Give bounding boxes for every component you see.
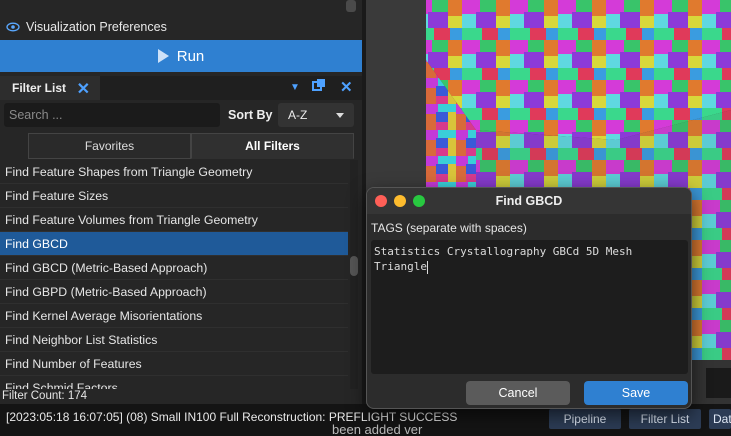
list-item[interactable]: Find GBCD (Metric-Based Approach)	[0, 256, 348, 280]
filter-tabs: Favorites All Filters	[28, 133, 354, 159]
data-dock-button[interactable]: Dat	[709, 409, 731, 429]
filter-count: Filter Count: 174	[0, 389, 362, 403]
list-item[interactable]: Find Number of Features	[0, 352, 348, 376]
background-text: been added ver	[332, 422, 423, 436]
play-icon	[157, 49, 169, 63]
list-item[interactable]: Find Feature Shapes from Triangle Geomet…	[0, 160, 348, 184]
list-item[interactable]: Find Feature Sizes	[0, 184, 348, 208]
sort-by-label: Sort By	[228, 108, 273, 122]
text-cursor	[426, 260, 428, 274]
minimize-window-icon[interactable]	[394, 195, 406, 207]
tab-all-filters[interactable]: All Filters	[191, 133, 354, 159]
list-item[interactable]: Find Neighbor List Statistics	[0, 328, 348, 352]
visualization-preferences-label: Visualization Preferences	[26, 20, 167, 34]
sort-select[interactable]: A-Z	[278, 103, 354, 127]
app-window: Visualization Preferences Run Filter Lis…	[0, 0, 731, 436]
dialog-title: Find GBCD	[495, 194, 563, 208]
tab-favorites[interactable]: Favorites	[28, 133, 191, 159]
dropdown-icon[interactable]: ▼	[290, 82, 300, 93]
filter-list: Find Feature Shapes from Triangle Geomet…	[0, 160, 348, 392]
visualization-preferences-row[interactable]: Visualization Preferences	[0, 14, 362, 40]
tags-textarea[interactable]: Statistics Crystallography GBCd 5D Mesh …	[371, 240, 688, 374]
search-input[interactable]	[4, 103, 220, 127]
list-item-selected[interactable]: Find GBCD	[0, 232, 348, 256]
maximize-window-icon[interactable]	[413, 195, 425, 207]
run-label: Run	[176, 47, 205, 65]
top-strip	[0, 0, 362, 14]
close-window-icon[interactable]	[375, 195, 387, 207]
filter-list-dock-button[interactable]: Filter List	[629, 409, 701, 429]
run-button[interactable]: Run	[0, 40, 362, 72]
filter-list-title: Filter List	[12, 81, 67, 95]
close-icon[interactable]: ✕	[77, 79, 90, 99]
sort-value: A-Z	[288, 108, 308, 122]
list-scrollbar[interactable]	[350, 160, 358, 392]
window-controls	[375, 195, 425, 207]
search-row: Sort By A-Z	[0, 100, 362, 130]
find-gbcd-dialog: Find GBCD TAGS (separate with spaces) St…	[366, 187, 692, 409]
save-button[interactable]: Save	[584, 381, 688, 405]
scrollbar-thumb[interactable]	[350, 256, 358, 276]
list-item[interactable]: Find GBPD (Metric-Based Approach)	[0, 280, 348, 304]
filter-list-tab[interactable]: Filter List ✕	[0, 76, 100, 100]
left-panel: Visualization Preferences Run Filter Lis…	[0, 0, 362, 404]
pipeline-dock-button[interactable]: Pipeline	[549, 409, 621, 429]
dialog-title-bar[interactable]: Find GBCD	[367, 188, 691, 214]
dock-close-icon[interactable]: ✕	[340, 78, 353, 96]
float-icon[interactable]	[312, 78, 326, 95]
tags-value: Statistics Crystallography GBCd 5D Mesh …	[374, 245, 639, 273]
list-item[interactable]: Find Feature Volumes from Triangle Geome…	[0, 208, 348, 232]
cancel-button[interactable]: Cancel	[466, 381, 570, 405]
eye-icon	[6, 20, 20, 34]
tags-label: TAGS (separate with spaces)	[371, 221, 527, 235]
list-item[interactable]: Find Kernel Average Misorientations	[0, 304, 348, 328]
chevron-down-icon	[336, 113, 344, 118]
top-scrollbar[interactable]	[346, 0, 356, 12]
filter-list-dock-header: Filter List ✕ ▼ ✕	[0, 76, 362, 100]
